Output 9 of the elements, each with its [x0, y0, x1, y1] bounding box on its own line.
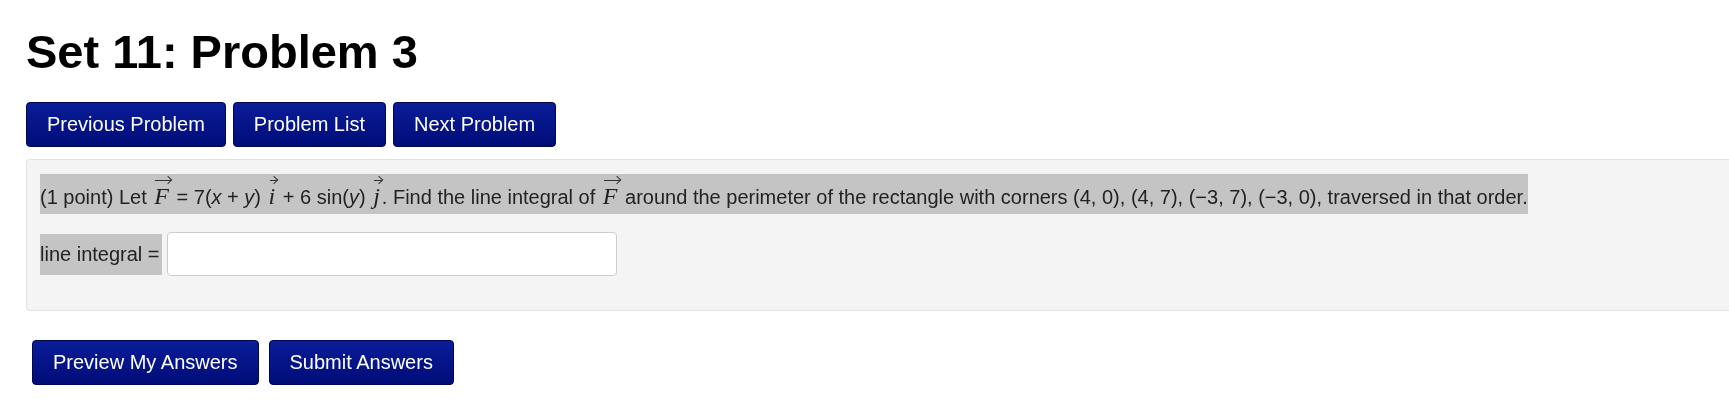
nav-button[interactable]: Next Problem [393, 102, 557, 148]
problem-statement: (1 point) Let F = 7(x + y) i + 6 sin(y) j. Find the line integral of F around the perimeter of the rectangle with corners (4, 0), (4, 7), (−3, 7), (−3, 0), traversed in that order. [40, 174, 1528, 215]
answer-label: line integral = [40, 233, 162, 275]
nav-button[interactable]: Problem List [232, 102, 386, 148]
answer-field[interactable] [166, 232, 617, 277]
nav-button[interactable]: Previous Problem [26, 102, 226, 148]
submit-button[interactable]: Preview My Answers [32, 340, 259, 386]
page-title: Set 11: Problem 3 [26, 24, 419, 80]
submit-button[interactable]: Submit Answers [268, 340, 454, 386]
